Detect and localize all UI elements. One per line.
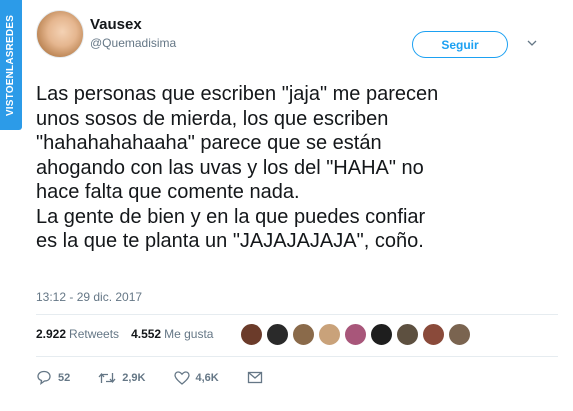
retweet-count: 2,9K xyxy=(122,371,146,384)
avatar-2[interactable] xyxy=(266,323,289,346)
avatar-7[interactable] xyxy=(396,323,419,346)
like-button[interactable]: 4,6K xyxy=(173,370,219,385)
avatar-8[interactable] xyxy=(422,323,445,346)
retweet-button[interactable]: 2,9K xyxy=(98,371,146,385)
tweet-line: es la que te planta un "JAJAJAJAJA", coñ… xyxy=(36,230,424,252)
author-name[interactable]: Vausex xyxy=(90,16,142,33)
likes-stat[interactable]: 4.552 Me gusta xyxy=(131,327,213,341)
tweet-line: "hahahahahaaha" parece que se están xyxy=(36,132,382,154)
avatar-5[interactable] xyxy=(344,323,367,346)
engagement-stats: 2.922 Retweets 4.552 Me gusta xyxy=(36,327,213,341)
reply-count: 52 xyxy=(58,371,71,384)
reply-button[interactable]: 52 xyxy=(36,370,70,385)
avatar-3[interactable] xyxy=(292,323,315,346)
likes-label: Me gusta xyxy=(164,327,214,341)
author-handle[interactable]: @Quemadisima xyxy=(90,36,176,50)
envelope-icon xyxy=(247,371,262,384)
heart-icon xyxy=(173,370,190,385)
divider xyxy=(36,314,558,315)
divider xyxy=(36,356,558,357)
like-count: 4,6K xyxy=(195,371,219,384)
message-button[interactable] xyxy=(247,371,269,384)
tweet-line: Las personas que escriben "jaja" me pare… xyxy=(36,83,439,105)
retweet-icon xyxy=(98,372,116,383)
tweet-text: Las personas que escriben "jaja" me pare… xyxy=(36,82,566,254)
chevron-down-icon[interactable] xyxy=(527,38,537,48)
watermark-label: VISTOENLASREDES xyxy=(5,14,17,116)
likes-count: 4.552 xyxy=(131,327,162,341)
tweet-actions: 52 2,9K 4,6K xyxy=(36,370,297,385)
author-avatar[interactable] xyxy=(36,10,84,58)
tweet-line: La gente de bien y en la que puedes conf… xyxy=(36,205,426,228)
retweets-stat[interactable]: 2.922 Retweets xyxy=(36,327,119,341)
tweet-line: unos sosos de mierda, los que escriben xyxy=(36,107,389,130)
avatar-6[interactable] xyxy=(370,323,393,346)
watermark: VISTOENLASREDES xyxy=(0,0,34,411)
watermark-text: VISTOENLASREDES xyxy=(2,2,20,128)
timestamp[interactable]: 13:12 - 29 dic. 2017 xyxy=(36,290,142,304)
tweet-line: hace falta que comente nada. xyxy=(36,181,300,203)
retweets-label: Retweets xyxy=(69,327,120,341)
avatar-9[interactable] xyxy=(448,323,471,346)
avatar-4[interactable] xyxy=(318,323,341,346)
liker-avatars xyxy=(240,323,471,346)
avatar-1[interactable] xyxy=(240,323,263,346)
retweets-count: 2.922 xyxy=(36,327,67,341)
follow-button[interactable]: Seguir xyxy=(412,31,508,58)
tweet-line: ahogando con las uvas y los del "HAHA" n… xyxy=(36,156,424,179)
reply-icon xyxy=(37,370,51,385)
